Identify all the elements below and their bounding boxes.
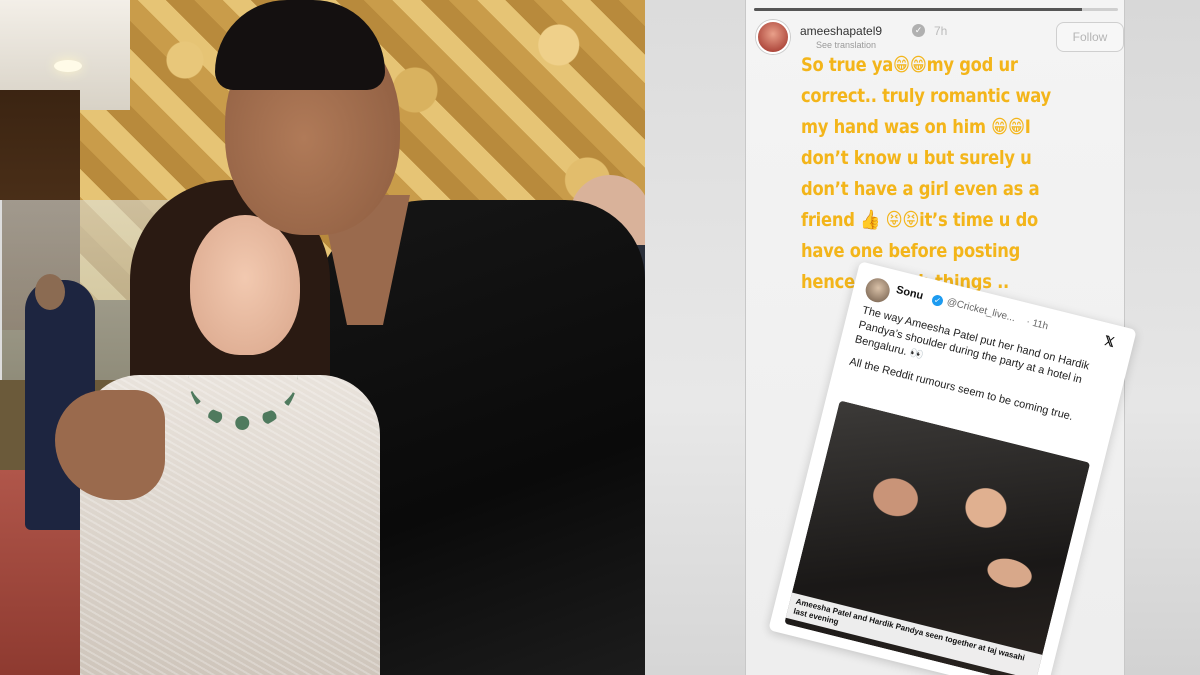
verified-icon: ✓ <box>912 24 925 37</box>
tweet-author-name: Sonu <box>894 283 925 303</box>
tweet-avatar <box>863 275 893 305</box>
story-progress-bar <box>754 8 1118 11</box>
story-time: 7h <box>934 24 948 38</box>
story-progress-fill <box>754 8 1082 11</box>
story-backdrop-left <box>645 0 745 675</box>
x-logo-icon: 𝕏 <box>1102 332 1117 350</box>
photo-panel <box>0 0 645 675</box>
story-text: So true ya😁😁my god ur correct.. truly ro… <box>801 54 1051 293</box>
see-translation-link[interactable]: See translation <box>816 40 876 50</box>
avatar[interactable] <box>756 20 790 54</box>
woman-face <box>190 215 300 355</box>
story-backdrop-right <box>1125 0 1200 675</box>
verified-icon: ✓ <box>930 293 945 308</box>
tweet-time: · 11h <box>1025 316 1050 333</box>
tweet-handle: @Cricket_live... <box>945 296 1017 325</box>
ceiling-light <box>54 60 82 72</box>
tweet-photo: Ameesha Patel and Hardik Pandya seen tog… <box>784 400 1091 675</box>
background-person-head <box>35 274 65 310</box>
follow-button[interactable]: Follow <box>1056 22 1124 52</box>
story-username[interactable]: ameeshapatel9 <box>800 24 882 38</box>
